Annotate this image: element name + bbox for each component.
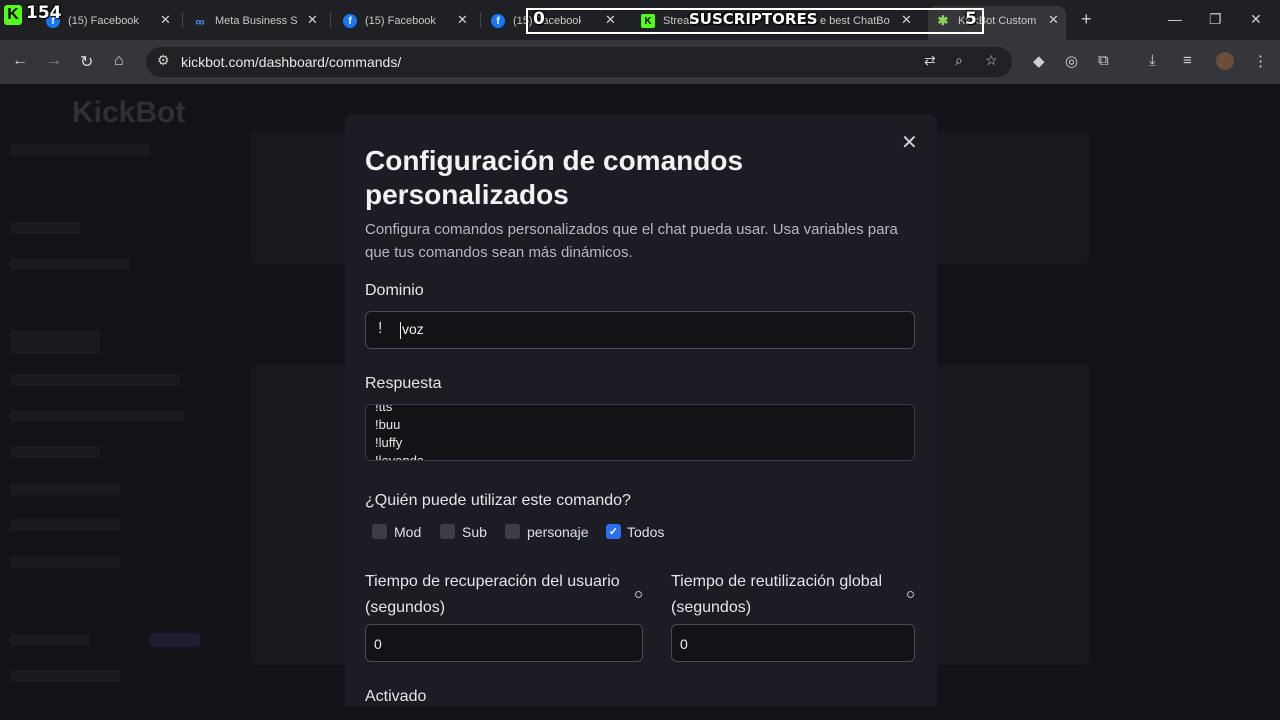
response-lines: !tts !buu !luffy !leyenda [375,404,425,461]
forward-arrow-icon[interactable]: → [46,52,62,70]
tab-title: (15) Facebook [68,15,139,27]
tab-meta-business[interactable]: ∞ Meta Business Sui [193,8,297,34]
global-cooldown-value[interactable]: 0 [680,636,688,652]
translate-icon[interactable]: ⇄ [924,52,936,69]
zoom-icon[interactable]: ⌕ [955,52,963,69]
close-tab-icon[interactable]: ✕ [307,12,318,28]
sidebar-item [10,374,180,386]
domain-label: Dominio [365,282,424,299]
user-cooldown-input[interactable] [365,624,643,662]
minimize-icon[interactable]: — [1168,11,1182,27]
extension-icon[interactable]: ◎ [1065,52,1078,70]
role-label-personaje[interactable]: personaje [527,524,589,540]
sidebar-item [10,670,120,682]
site-settings-icon[interactable]: ⚙ [157,52,170,69]
domain-input-value[interactable]: voz [402,321,424,337]
tab-title: Meta Business Sui [215,15,297,27]
facebook-icon: f [491,14,505,28]
overlay-subscribers-label: SUSCRIPTORES [689,10,818,28]
role-checkbox-todos[interactable]: ✓ [606,524,621,539]
modal-description: Configura comandos personalizados que el… [365,221,898,261]
sidebar-item [10,519,120,531]
sidebar-item [10,222,80,234]
sidebar-item [10,330,100,354]
info-icon[interactable] [907,591,914,598]
response-line: !luffy [375,435,403,450]
modal-title: Configuración de comandos personalizados [365,145,744,210]
role-checkbox-personaje[interactable] [505,524,520,539]
profile-avatar[interactable] [1216,52,1234,70]
tab-separator [480,12,481,28]
role-checkbox-sub[interactable] [440,524,455,539]
sidebar-item [10,634,90,646]
role-label-mod[interactable]: Mod [394,524,421,540]
response-line: !leyenda [375,453,425,461]
menu-kebab-icon[interactable]: ⋮ [1253,52,1268,70]
role-label-sub[interactable]: Sub [462,524,487,540]
close-icon[interactable]: ✕ [901,130,918,155]
meta-icon: ∞ [195,13,205,29]
url-text[interactable]: kickbot.com/dashboard/commands/ [181,54,401,70]
extensions-puzzle-icon[interactable]: ⧉ [1098,52,1109,69]
overlay-counter-right: 5 [965,9,977,29]
who-can-use-label: ¿Quién puede utilizar este comando? [365,492,631,509]
role-label-todos[interactable]: Todos [627,524,664,540]
sidebar-item [10,144,150,156]
restore-icon[interactable]: ❐ [1209,11,1222,28]
close-tab-icon[interactable]: ✕ [160,12,171,28]
user-cooldown-label: Tiempo de recuperación del usuario (segu… [365,573,620,616]
close-tab-icon[interactable]: ✕ [1048,12,1059,28]
sidebar-item [10,410,185,422]
tab-facebook-1[interactable]: f (15) Facebook [46,8,158,34]
kick-logo-overlay-icon: K [4,5,22,25]
response-line: !buu [375,417,401,432]
new-tab-icon[interactable]: + [1081,9,1092,30]
tab-separator [182,12,183,28]
sidebar-badge [150,633,200,647]
response-label: Respuesta [365,375,442,392]
bookmark-star-icon[interactable]: ☆ [985,52,998,69]
media-control-icon[interactable]: ≡ [1183,52,1192,69]
close-tab-icon[interactable]: ✕ [457,12,468,28]
reload-icon[interactable]: ↻ [80,52,93,72]
activated-label: Activado [365,688,427,705]
domain-input[interactable] [365,311,915,349]
role-checkbox-mod[interactable] [372,524,387,539]
overlay-counter-left: 154 [26,3,62,23]
window-close-icon[interactable]: ✕ [1250,11,1262,28]
command-prefix: ! [378,320,383,337]
sidebar-item [10,556,120,568]
user-cooldown-value[interactable]: 0 [374,636,382,652]
sidebar-item [10,483,120,495]
tab-separator [330,12,331,28]
kickbot-logo: KickBot [72,96,186,129]
sidebar-item [10,446,100,458]
download-icon[interactable]: ⤓ [1149,52,1156,69]
global-cooldown-label: Tiempo de reutilización global (segundos… [671,573,883,616]
global-cooldown-input[interactable] [671,624,915,662]
back-arrow-icon[interactable]: ← [12,52,28,70]
tab-facebook-2[interactable]: f (15) Facebook [343,8,453,34]
sidebar-item [10,258,130,270]
extension-icon[interactable]: ◆ [1033,52,1045,70]
overlay-counter-mid: 0 [533,9,545,29]
facebook-icon: f [343,14,357,28]
response-textarea[interactable]: !tts !buu !luffy !leyenda [365,404,915,461]
home-icon[interactable]: ⌂ [114,52,124,70]
text-caret [400,322,401,339]
tab-title: (15) Facebook [365,15,436,27]
checkmark-icon: ✓ [608,526,619,538]
response-line: !tts [375,404,393,414]
info-icon[interactable] [635,591,642,598]
